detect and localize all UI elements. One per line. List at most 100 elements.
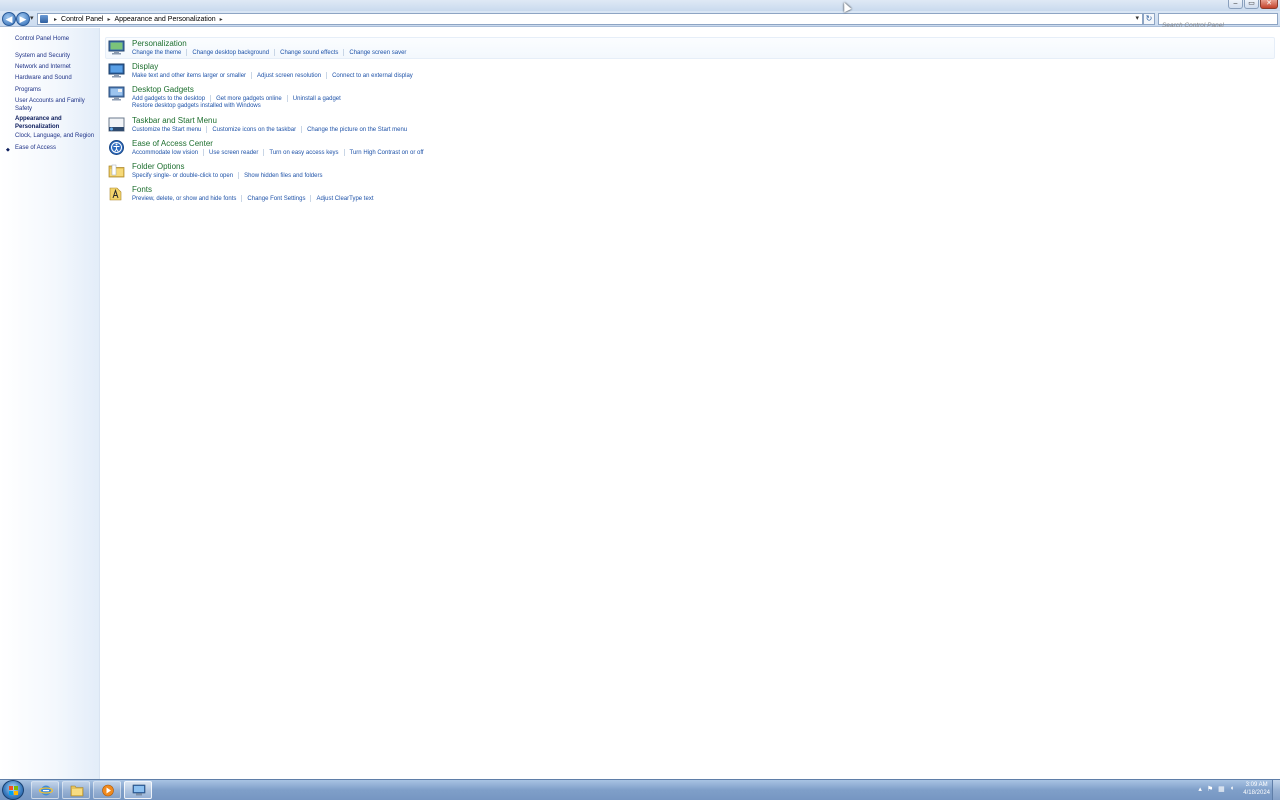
show-desktop-button[interactable] bbox=[1272, 780, 1280, 800]
breadcrumb: ▸ Control Panel ▸ Appearance and Persona… bbox=[50, 14, 227, 24]
task-link[interactable]: Turn on easy access keys bbox=[269, 150, 338, 156]
link-divider bbox=[301, 126, 303, 133]
task-link[interactable]: Change screen saver bbox=[349, 50, 406, 56]
link-divider bbox=[251, 72, 253, 79]
taskbar-internet-explorer[interactable] bbox=[31, 781, 59, 799]
back-button[interactable]: ◀ bbox=[2, 12, 16, 26]
minimize-button[interactable]: – bbox=[1228, 0, 1243, 9]
folder-options-icon bbox=[108, 164, 125, 178]
sidebar-item-hardware[interactable]: Hardware and Sound bbox=[15, 75, 99, 83]
link-divider bbox=[310, 195, 312, 202]
chevron-right-icon[interactable]: ▸ bbox=[54, 16, 57, 23]
close-button[interactable]: ✕ bbox=[1260, 0, 1278, 9]
recent-pages-dropdown[interactable]: ▾ bbox=[30, 14, 34, 22]
taskbar-windows-explorer[interactable] bbox=[62, 781, 90, 799]
address-bar[interactable]: ▸ Control Panel ▸ Appearance and Persona… bbox=[37, 13, 1143, 25]
task-link[interactable]: Use screen reader bbox=[209, 150, 258, 156]
sidebar-item-programs[interactable]: Programs bbox=[15, 87, 99, 95]
address-bar-row: ◀ ▶ ▾ ▸ Control Panel ▸ Appearance and P… bbox=[0, 11, 1280, 31]
refresh-button[interactable]: ↻ bbox=[1143, 13, 1155, 25]
link-divider bbox=[206, 126, 208, 133]
ease-of-access-icon bbox=[109, 140, 124, 155]
forward-button[interactable]: ▶ bbox=[16, 12, 30, 26]
link-divider bbox=[286, 95, 288, 102]
sidebar-item-network[interactable]: Network and Internet bbox=[15, 64, 99, 72]
category-title[interactable]: Desktop Gadgets bbox=[132, 85, 194, 94]
task-link[interactable]: Change the picture on the Start menu bbox=[307, 127, 407, 133]
sidebar-item-clock-language[interactable]: Clock, Language, and Region bbox=[15, 133, 99, 141]
category-links: Customize the Start menu Customize icons… bbox=[132, 126, 407, 133]
show-hidden-icons-icon[interactable]: ▴ bbox=[1198, 785, 1202, 793]
category-title[interactable]: Folder Options bbox=[132, 162, 184, 171]
task-link[interactable]: Uninstall a gadget bbox=[293, 96, 341, 102]
task-link[interactable]: Get more gadgets online bbox=[216, 96, 282, 102]
category-title[interactable]: Display bbox=[132, 62, 158, 71]
chevron-right-icon[interactable]: ▸ bbox=[107, 16, 110, 23]
system-tray: ▴ ⚑ ▦ ◖ bbox=[1198, 785, 1234, 793]
task-link[interactable]: Customize icons on the taskbar bbox=[212, 127, 296, 133]
refresh-icon: ↻ bbox=[1145, 14, 1153, 23]
chevron-down-icon: ▾ bbox=[30, 15, 34, 22]
clock-time: 3:09 AM bbox=[1245, 782, 1268, 788]
link-divider bbox=[343, 49, 345, 56]
sidebar-item-user-accounts[interactable]: User Accounts and Family Safety bbox=[15, 98, 93, 113]
task-link[interactable]: Connect to an external display bbox=[332, 73, 413, 79]
link-divider bbox=[274, 49, 276, 56]
category-title[interactable]: Fonts bbox=[132, 185, 152, 194]
task-link[interactable]: Accommodate low vision bbox=[132, 150, 198, 156]
breadcrumb-appearance[interactable]: Appearance and Personalization bbox=[114, 16, 215, 23]
task-link[interactable]: Adjust screen resolution bbox=[257, 73, 321, 79]
back-arrow-icon: ◀ bbox=[5, 14, 13, 24]
link-divider bbox=[263, 149, 265, 156]
volume-icon[interactable]: ◖ bbox=[1230, 785, 1234, 793]
chevron-down-icon: ▾ bbox=[1135, 15, 1139, 22]
taskbar-control-panel[interactable] bbox=[124, 781, 152, 799]
sidebar-item-appearance[interactable]: Appearance and Personalization bbox=[15, 116, 75, 131]
windows-logo-icon bbox=[9, 786, 18, 795]
taskbar: ▴ ⚑ ▦ ◖ 3:09 AM 4/18/2024 bbox=[0, 779, 1280, 800]
taskbar-icon bbox=[108, 117, 125, 132]
task-link[interactable]: Add gadgets to the desktop bbox=[132, 96, 205, 102]
task-link[interactable]: Specify single- or double-click to open bbox=[132, 173, 233, 179]
main-content: Personalization Change the theme Change … bbox=[101, 28, 1280, 779]
start-button[interactable] bbox=[2, 780, 24, 800]
task-link[interactable]: Customize the Start menu bbox=[132, 127, 201, 133]
breadcrumb-control-panel[interactable]: Control Panel bbox=[61, 16, 103, 23]
action-center-flag-icon[interactable]: ⚑ bbox=[1207, 785, 1213, 793]
left-navigation-pane: Control Panel Home System and Security N… bbox=[0, 28, 100, 779]
search-box[interactable] bbox=[1158, 13, 1278, 31]
category-title[interactable]: Taskbar and Start Menu bbox=[132, 116, 217, 125]
link-divider bbox=[326, 72, 328, 79]
sidebar-item-ease-of-access[interactable]: Ease of Access bbox=[15, 145, 99, 153]
task-link[interactable]: Preview, delete, or show and hide fonts bbox=[132, 196, 236, 202]
category-title[interactable]: Personalization bbox=[132, 39, 187, 48]
task-link[interactable]: Turn High Contrast on or off bbox=[350, 150, 424, 156]
media-player-icon bbox=[102, 784, 114, 797]
task-link[interactable]: Change the theme bbox=[132, 50, 181, 56]
task-link[interactable]: Restore desktop gadgets installed with W… bbox=[132, 103, 261, 109]
task-link[interactable]: Make text and other items larger or smal… bbox=[132, 73, 246, 79]
personalization-icon bbox=[108, 40, 125, 55]
task-link[interactable]: Change Font Settings bbox=[247, 196, 305, 202]
link-divider bbox=[203, 149, 205, 156]
address-dropdown-button[interactable]: ▾ bbox=[1135, 14, 1139, 22]
link-divider bbox=[241, 195, 243, 202]
network-icon[interactable]: ▦ bbox=[1218, 785, 1225, 793]
link-divider bbox=[210, 95, 212, 102]
task-link[interactable]: Change desktop background bbox=[192, 50, 269, 56]
task-link[interactable]: Change sound effects bbox=[280, 50, 338, 56]
system-clock[interactable]: 3:09 AM 4/18/2024 bbox=[1243, 782, 1270, 797]
category-title[interactable]: Ease of Access Center bbox=[132, 139, 213, 148]
taskbar-media-player[interactable] bbox=[93, 781, 121, 799]
forward-arrow-icon: ▶ bbox=[19, 14, 27, 24]
task-link[interactable]: Adjust ClearType text bbox=[316, 196, 373, 202]
current-page-bullet-icon: ◆ bbox=[6, 147, 10, 153]
control-panel-home-link[interactable]: Control Panel Home bbox=[15, 36, 99, 44]
maximize-button[interactable]: ▭ bbox=[1244, 0, 1259, 9]
chevron-right-icon[interactable]: ▸ bbox=[220, 16, 223, 23]
window-title-bar: – ▭ ✕ bbox=[0, 0, 1280, 11]
link-divider bbox=[238, 172, 240, 179]
sidebar-item-system-security[interactable]: System and Security bbox=[15, 53, 99, 61]
task-link[interactable]: Show hidden files and folders bbox=[244, 173, 322, 179]
category-links: Change the theme Change desktop backgrou… bbox=[132, 49, 406, 56]
